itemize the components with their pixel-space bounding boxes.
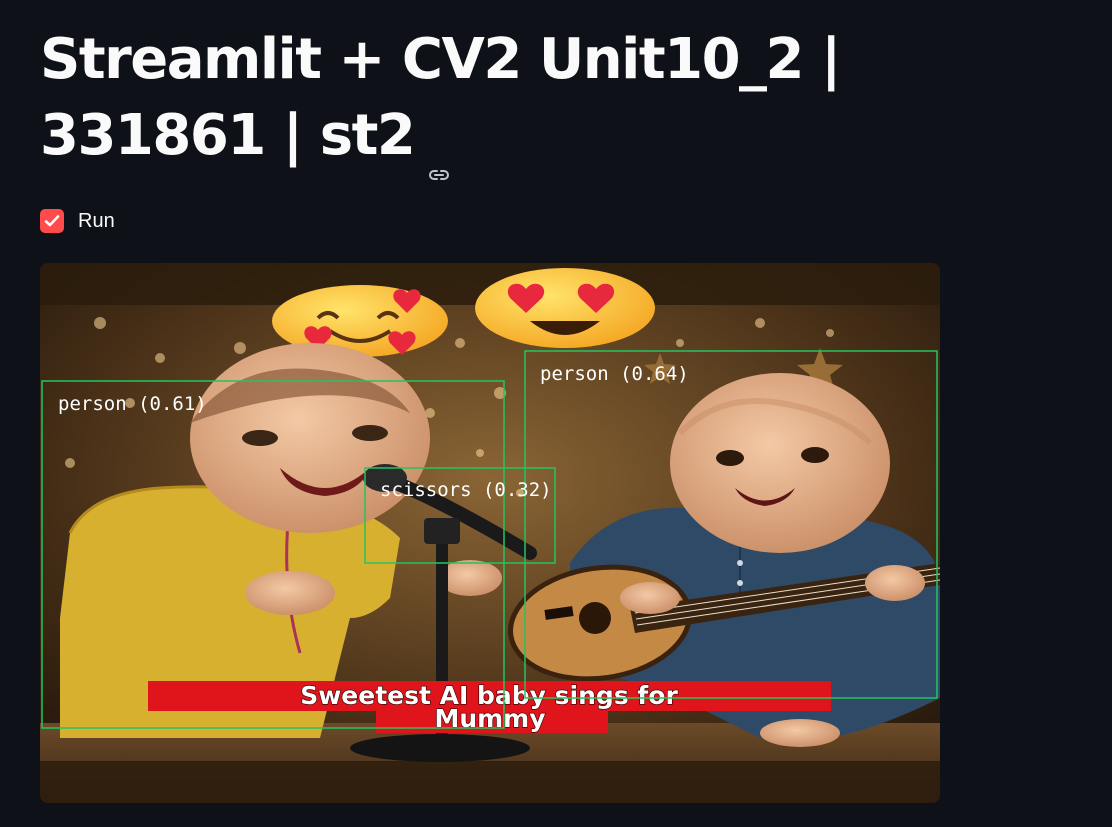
link-icon[interactable] [426, 129, 452, 180]
detection-label-person-left: person (0.61) [58, 393, 207, 415]
streamlit-app: Streamlit + CV2 Unit10_2 | 331861 | st2 … [0, 0, 1112, 827]
detection-label-scissors: scissors (0.32) [380, 479, 552, 501]
run-checkbox[interactable]: Run [40, 208, 115, 234]
video-frame: Sweetest AI baby sings for Mummy person … [40, 263, 940, 803]
run-checkbox-label: Run [78, 209, 115, 232]
page-title: Streamlit + CV2 Unit10_2 | 331861 | st2 [40, 22, 1080, 180]
detection-label-person-right: person (0.64) [540, 363, 689, 385]
emoji-heart-eyes-icon [475, 268, 655, 348]
checkbox-checked-icon[interactable] [40, 209, 64, 233]
